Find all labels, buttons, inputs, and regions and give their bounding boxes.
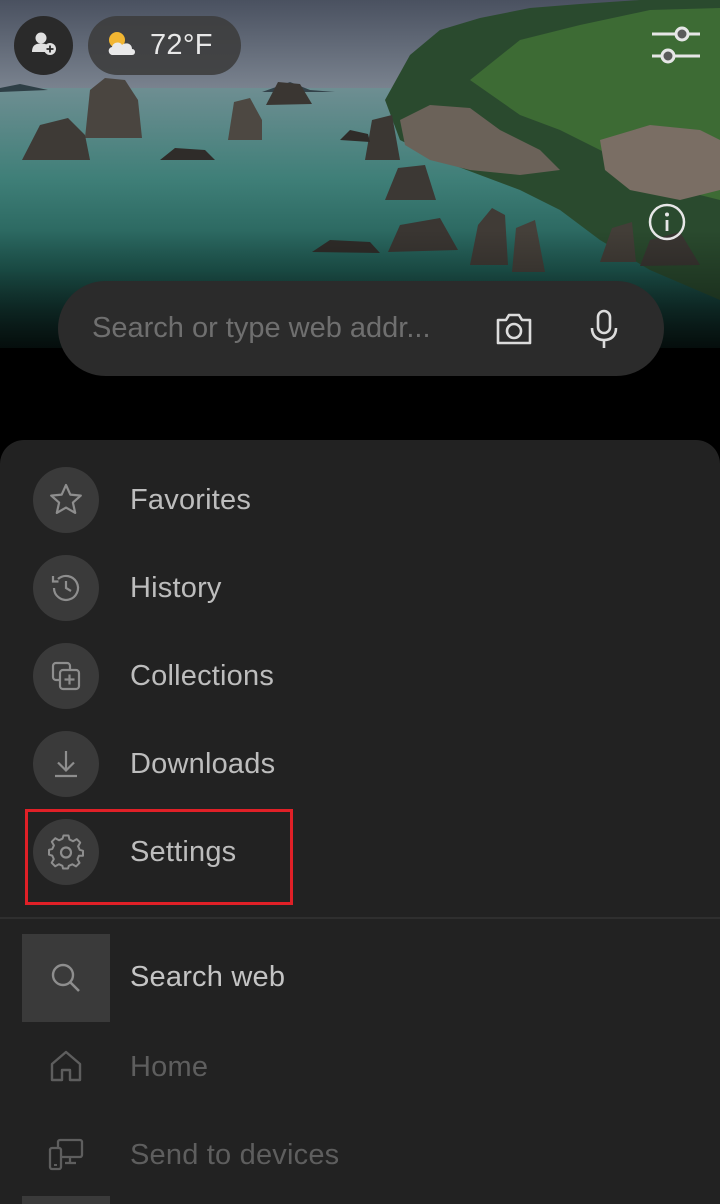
voice-search-button[interactable] [582, 307, 626, 351]
menu-item-label: Settings [130, 835, 237, 868]
menu-item-favorites[interactable]: Favorites [0, 456, 720, 544]
weather-temperature: 72°F [150, 29, 213, 61]
menu-item-label: Search web [130, 961, 286, 993]
menu-item-send-to-devices[interactable]: Send to devices [0, 1110, 720, 1198]
partly-cloudy-icon [104, 28, 138, 63]
microphone-icon [582, 309, 626, 355]
search-input[interactable] [92, 281, 472, 376]
image-info-button[interactable] [647, 202, 687, 242]
menu-item-label: History [130, 571, 222, 604]
menu-divider [0, 917, 720, 919]
menu-item-history[interactable]: History [0, 544, 720, 632]
add-profile-button[interactable] [14, 16, 73, 75]
menu-item-label: Home [130, 1051, 209, 1083]
menu-item-home[interactable]: Home [0, 1022, 720, 1110]
devices-icon [22, 1110, 110, 1198]
next-item-edge [22, 1196, 110, 1204]
download-icon [33, 731, 99, 797]
menu-item-label: Collections [130, 659, 275, 692]
menu-item-downloads[interactable]: Downloads [0, 720, 720, 808]
add-person-icon [30, 29, 58, 62]
camera-icon [492, 313, 536, 355]
gear-icon [33, 819, 99, 885]
sliders-icon [648, 26, 704, 74]
star-icon [33, 467, 99, 533]
menu-item-search-web[interactable]: Search web [0, 934, 720, 1022]
home-icon [22, 1022, 110, 1110]
info-icon [647, 203, 687, 246]
menu-item-label: Send to devices [130, 1139, 340, 1171]
search-icon [22, 934, 110, 1022]
visual-search-button[interactable] [492, 307, 536, 351]
menu-item-label: Favorites [130, 483, 252, 516]
weather-widget[interactable]: 72°F [88, 16, 241, 75]
search-bar [58, 281, 664, 376]
menu-item-label: Downloads [130, 747, 276, 780]
page-settings-button[interactable] [648, 22, 704, 70]
history-icon [33, 555, 99, 621]
menu-item-collections[interactable]: Collections [0, 632, 720, 720]
collections-icon [33, 643, 99, 709]
menu-item-settings[interactable]: Settings [0, 808, 720, 896]
